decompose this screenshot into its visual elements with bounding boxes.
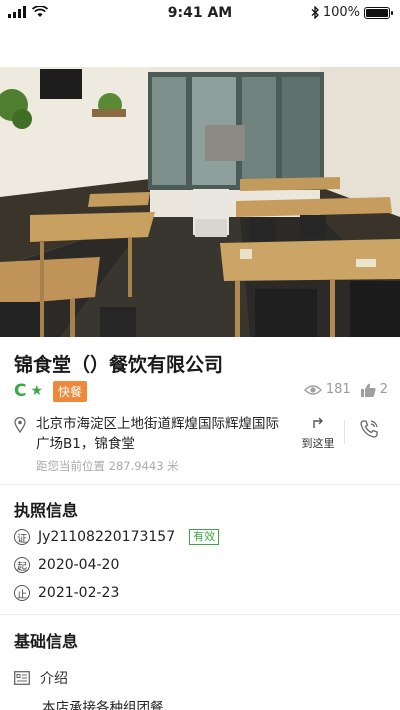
call-button[interactable] [358, 418, 380, 444]
phone-icon [360, 420, 378, 438]
action-divider [344, 420, 345, 444]
intro-text: 本店承接各种组团餐 [42, 700, 164, 710]
like-count: 2 [379, 382, 388, 397]
view-count: 181 [325, 382, 351, 397]
store-distance: 距您当前位置 287.9443 米 [36, 459, 179, 473]
section-divider [0, 614, 400, 615]
store-address: 北京市海淀区上地街道辉煌国际辉煌国际广场B1，锦食堂 [36, 416, 279, 452]
intro-row: 介绍 [14, 668, 68, 688]
license-start-date: 2020-04-20 [38, 557, 120, 573]
license-start-row: 起 2020-04-20 [14, 557, 119, 573]
license-section-title: 执照信息 [14, 501, 79, 520]
navigate-label: 到这里 [301, 437, 335, 450]
status-bar: 9:41 AM 100% [0, 0, 400, 28]
grade-row: C ★ 快餐 [14, 380, 88, 402]
store-photo[interactable] [0, 67, 400, 337]
battery-icon [364, 6, 393, 19]
license-end-row: 止 2021-02-23 [14, 585, 119, 601]
license-status-badge: 有效 [189, 529, 220, 545]
eye-icon [303, 384, 322, 395]
location-pin-icon [14, 417, 26, 433]
start-date-marker: 起 [14, 557, 30, 573]
end-date-marker: 止 [14, 585, 30, 601]
battery-percent: 100% [322, 5, 360, 20]
intro-label: 介绍 [40, 671, 68, 687]
directions-icon [313, 417, 323, 428]
basic-section-title: 基础信息 [14, 632, 79, 651]
thumbs-up-icon[interactable] [360, 383, 376, 397]
license-end-date: 2021-02-23 [38, 585, 120, 601]
store-photo-image [0, 67, 400, 337]
hygiene-grade: C [14, 381, 27, 401]
section-divider [0, 484, 400, 485]
license-number-marker: 证 [14, 529, 30, 545]
store-stats: 181 2 [303, 382, 388, 397]
bluetooth-icon [311, 6, 319, 19]
navigate-button[interactable]: 到这里 [294, 414, 342, 451]
license-number: Jy21108220173157 [38, 529, 176, 545]
license-number-row: 证 Jy21108220173157 有效 [14, 529, 220, 545]
status-right: 100% [311, 5, 393, 20]
star-icon: ★ [30, 383, 44, 399]
category-tag: 快餐 [53, 380, 88, 402]
store-name: 锦食堂（）餐饮有限公司 [14, 354, 224, 376]
document-icon [14, 671, 30, 685]
